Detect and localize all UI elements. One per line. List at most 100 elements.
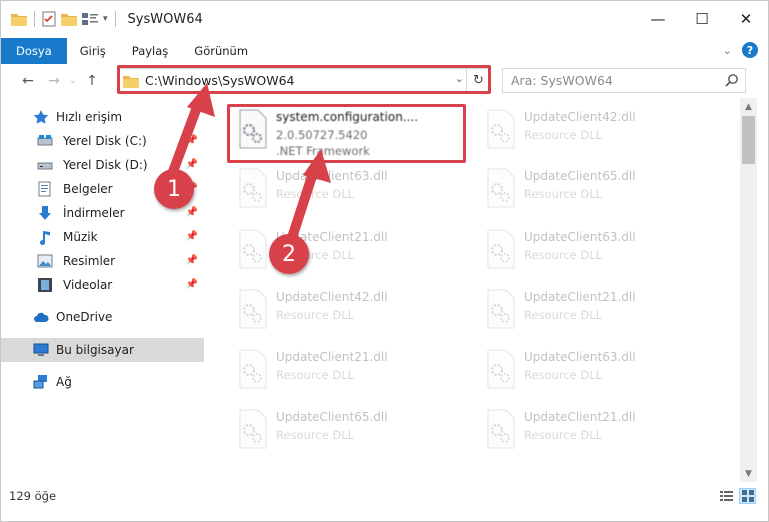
dll-gear-icon [239,349,267,389]
pin-icon[interactable]: 📌 [186,159,198,170]
recent-locations-icon[interactable]: ⌄ [67,68,79,94]
dll-gear-icon [487,409,515,449]
tab-home[interactable]: Giriş [67,38,119,64]
file-description: Resource DLL [524,368,603,382]
up-arrow-icon[interactable]: ↑ [79,68,105,94]
file-item[interactable]: UpdateClient63.dll Resource DLL [478,223,713,275]
vertical-scrollbar[interactable]: ▲ ▼ [740,98,757,482]
sidebar-item-videos[interactable]: Videolar 📌 [1,273,204,297]
file-item[interactable]: UpdateClient65.dll Resource DLL [230,403,465,455]
file-name: UpdateClient65.dll [276,410,388,424]
pin-icon[interactable]: 📌 [186,135,198,146]
file-description: Resource DLL [524,187,603,201]
file-item[interactable]: UpdateClient21.dll Resource DLL [230,223,465,275]
folder-icon [11,14,27,26]
file-highlight [227,104,466,163]
details-view-icon[interactable] [718,488,735,504]
dll-gear-icon [239,229,267,269]
file-item[interactable]: UpdateClient21.dll Resource DLL [478,283,713,335]
pin-icon[interactable]: 📌 [186,231,198,242]
search-input[interactable]: Ara: SysWOW64 [502,68,746,93]
pictures-icon [37,254,53,268]
minimize-button[interactable]: — [636,1,680,37]
sidebar-item-local-disk-c[interactable]: Yerel Disk (C:) 📌 [1,129,204,153]
file-description: Resource DLL [524,248,603,262]
properties-icon[interactable] [42,11,56,27]
pin-icon[interactable]: 📌 [186,279,198,290]
sidebar-item-this-pc[interactable]: Bu bilgisayar [1,338,204,362]
sidebar-item-music[interactable]: Müzik 📌 [1,225,204,249]
sidebar-item-label: Ağ [56,375,72,389]
file-description: Resource DLL [276,368,355,382]
dll-gear-icon [487,168,515,208]
address-bar-highlight [117,65,491,94]
sidebar-item-pictures[interactable]: Resimler 📌 [1,249,204,273]
sidebar-item-onedrive[interactable]: OneDrive [1,305,204,329]
sidebar-item-label: Yerel Disk (D:) [63,158,148,172]
file-description: Resource DLL [276,187,355,201]
file-item[interactable]: UpdateClient65.dll Resource DLL [478,162,713,214]
sidebar-item-label: Resimler [63,254,116,268]
file-item[interactable]: UpdateClient42.dll Resource DLL [478,103,713,155]
tiles-view-icon[interactable] [739,488,756,504]
search-placeholder[interactable]: Ara: SysWOW64 [511,73,613,88]
sidebar-item-label: Bu bilgisayar [56,343,134,357]
download-arrow-icon [39,206,51,220]
navigation-pane: Hızlı erişim Yerel Disk (C:) 📌 Yerel Dis… [1,101,206,479]
sidebar-item-quick-access[interactable]: Hızlı erişim [1,105,204,129]
file-item[interactable]: UpdateClient42.dll Resource DLL [230,283,465,335]
expand-ribbon-icon[interactable]: ⌄ [723,44,732,57]
window-controls: — ☐ ✕ [636,1,768,37]
maximize-button[interactable]: ☐ [680,1,724,37]
sidebar-item-label: Videolar [63,278,113,292]
title-bar: ▾ SysWOW64 — ☐ ✕ [1,1,768,37]
network-icon [33,375,47,389]
file-description: Resource DLL [524,128,603,142]
help-icon[interactable]: ? [742,42,758,58]
sidebar-item-label: OneDrive [56,310,113,324]
dll-gear-icon [487,349,515,389]
close-button[interactable]: ✕ [724,1,768,37]
pin-icon[interactable]: 📌 [186,255,198,266]
file-name: UpdateClient21.dll [524,290,636,304]
file-name: UpdateClient65.dll [524,169,636,183]
explorer-window: ▾ SysWOW64 — ☐ ✕ Dosya Giriş Paylaş Görü… [0,0,769,522]
dll-gear-icon [239,168,267,208]
search-icon[interactable] [725,73,739,87]
file-name: UpdateClient42.dll [276,290,388,304]
view-icon[interactable] [82,12,98,26]
scroll-down-icon[interactable]: ▼ [740,465,757,482]
music-note-icon [40,231,50,245]
sidebar-item-label: Yerel Disk (C:) [63,134,147,148]
scroll-up-icon[interactable]: ▲ [740,98,757,115]
ribbon-tabs: Dosya Giriş Paylaş Görünüm ⌄ ? [1,37,768,65]
chevron-down-icon[interactable]: ▾ [103,14,108,24]
file-item[interactable]: UpdateClient21.dll Resource DLL [478,403,713,455]
file-item[interactable]: UpdateClient21.dll Resource DLL [230,343,465,395]
new-folder-icon[interactable] [61,12,77,26]
forward-arrow-icon[interactable]: → [41,68,67,94]
tab-view[interactable]: Görünüm [181,38,261,64]
pin-icon[interactable]: 📌 [186,207,198,218]
star-icon [33,110,49,124]
file-name: UpdateClient21.dll [524,410,636,424]
sidebar-item-label: Hızlı erişim [56,110,123,124]
drive-icon [37,162,53,170]
file-description: Resource DLL [524,428,603,442]
back-arrow-icon[interactable]: ← [15,68,41,94]
view-switcher [718,488,756,504]
file-description: Resource DLL [524,308,603,322]
file-item[interactable]: UpdateClient63.dll Resource DLL [230,162,465,214]
dll-gear-icon [239,289,267,329]
scroll-thumb[interactable] [742,116,755,164]
file-description: Resource DLL [276,308,355,322]
sidebar-item-network[interactable]: Ağ [1,370,204,394]
file-item[interactable]: UpdateClient63.dll Resource DLL [478,343,713,395]
tab-share[interactable]: Paylaş [119,38,182,64]
toolbar-separator [114,11,116,27]
computer-icon [33,343,49,356]
tab-file[interactable]: Dosya [1,38,67,64]
file-name: UpdateClient63.dll [276,169,388,183]
file-name: UpdateClient21.dll [276,350,388,364]
step-badge-2: 2 [269,234,309,274]
